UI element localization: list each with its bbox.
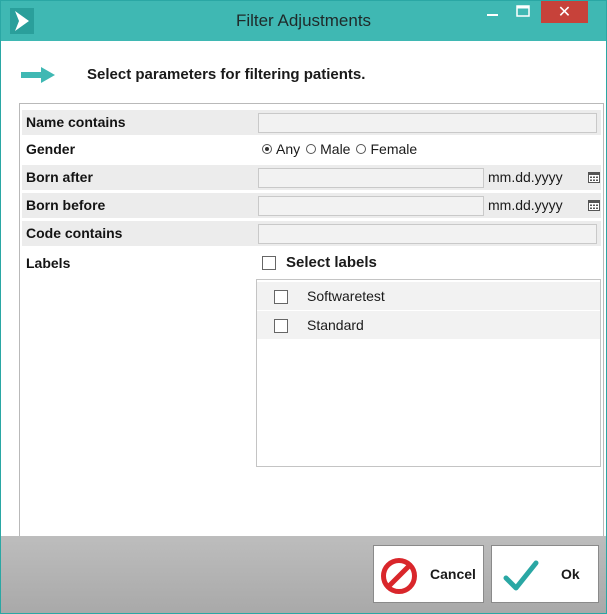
checkbox-icon[interactable] — [274, 319, 288, 333]
row-gender: Gender Any Male Female — [22, 137, 601, 162]
filter-form: Name contains Gender Any Male Female Bor… — [19, 103, 604, 537]
list-item[interactable]: Standard — [257, 311, 600, 339]
born-after-format: mm.dd.yyyy — [488, 169, 563, 185]
radio-selected-icon — [262, 144, 272, 154]
radio-icon — [356, 144, 367, 154]
gender-label: Gender — [26, 141, 76, 157]
cancel-button[interactable]: Cancel — [373, 545, 484, 603]
calendar-icon[interactable] — [588, 200, 600, 211]
row-labels: Labels Select labels — [22, 251, 601, 276]
name-input[interactable] — [258, 113, 597, 133]
row-born-after: Born after mm.dd.yyyy — [22, 165, 601, 190]
close-button[interactable]: ✕ — [541, 1, 588, 23]
gender-radio-group: Any Male Female — [262, 141, 423, 157]
row-born-before: Born before mm.dd.yyyy — [22, 193, 601, 218]
button-bar: Cancel Ok — [1, 536, 606, 613]
checkmark-icon — [503, 560, 539, 591]
row-name: Name contains — [22, 110, 601, 135]
filter-adjustments-dialog: Filter Adjustments ✕ Select parameters f… — [0, 0, 607, 614]
born-before-format: mm.dd.yyyy — [488, 197, 563, 213]
list-item-label: Softwaretest — [307, 288, 385, 304]
close-icon: ✕ — [557, 4, 572, 21]
arrow-right-icon — [21, 67, 55, 83]
code-label: Code contains — [26, 225, 123, 241]
cancel-label: Cancel — [430, 566, 476, 582]
born-after-input[interactable] — [258, 168, 484, 188]
gender-any-radio[interactable]: Any — [262, 141, 300, 157]
header-message: Select parameters for filtering patients… — [1, 41, 606, 103]
born-before-label: Born before — [26, 197, 106, 213]
calendar-icon[interactable] — [588, 172, 600, 183]
gender-male-label: Male — [320, 141, 351, 157]
gender-female-radio[interactable]: Female — [356, 141, 417, 157]
labels-label: Labels — [26, 255, 71, 271]
select-labels-checkbox[interactable]: Select labels — [262, 254, 377, 271]
radio-icon — [306, 144, 317, 154]
checkbox-icon[interactable] — [274, 290, 288, 304]
labels-list[interactable]: Softwaretest Standard — [256, 279, 601, 467]
gender-female-label: Female — [370, 141, 418, 157]
ok-button[interactable]: Ok — [491, 545, 599, 603]
checkbox-icon — [262, 255, 276, 270]
select-labels-text: Select labels — [286, 254, 377, 271]
header-text: Select parameters for filtering patients… — [87, 66, 366, 83]
code-input[interactable] — [258, 224, 597, 244]
born-before-input[interactable] — [258, 196, 484, 216]
minimize-icon — [487, 14, 498, 16]
title-bar[interactable]: Filter Adjustments ✕ — [1, 1, 606, 41]
name-label: Name contains — [26, 114, 126, 130]
list-item-label: Standard — [307, 317, 364, 333]
list-item[interactable]: Softwaretest — [257, 282, 600, 310]
gender-any-label: Any — [276, 141, 301, 157]
born-after-label: Born after — [26, 169, 93, 185]
ok-label: Ok — [561, 566, 580, 582]
maximize-icon — [516, 5, 530, 17]
cancel-icon — [381, 558, 417, 594]
gender-male-radio[interactable]: Male — [306, 141, 350, 157]
minimize-button[interactable] — [479, 1, 505, 25]
row-code: Code contains — [22, 221, 601, 246]
maximize-button[interactable] — [509, 1, 537, 25]
